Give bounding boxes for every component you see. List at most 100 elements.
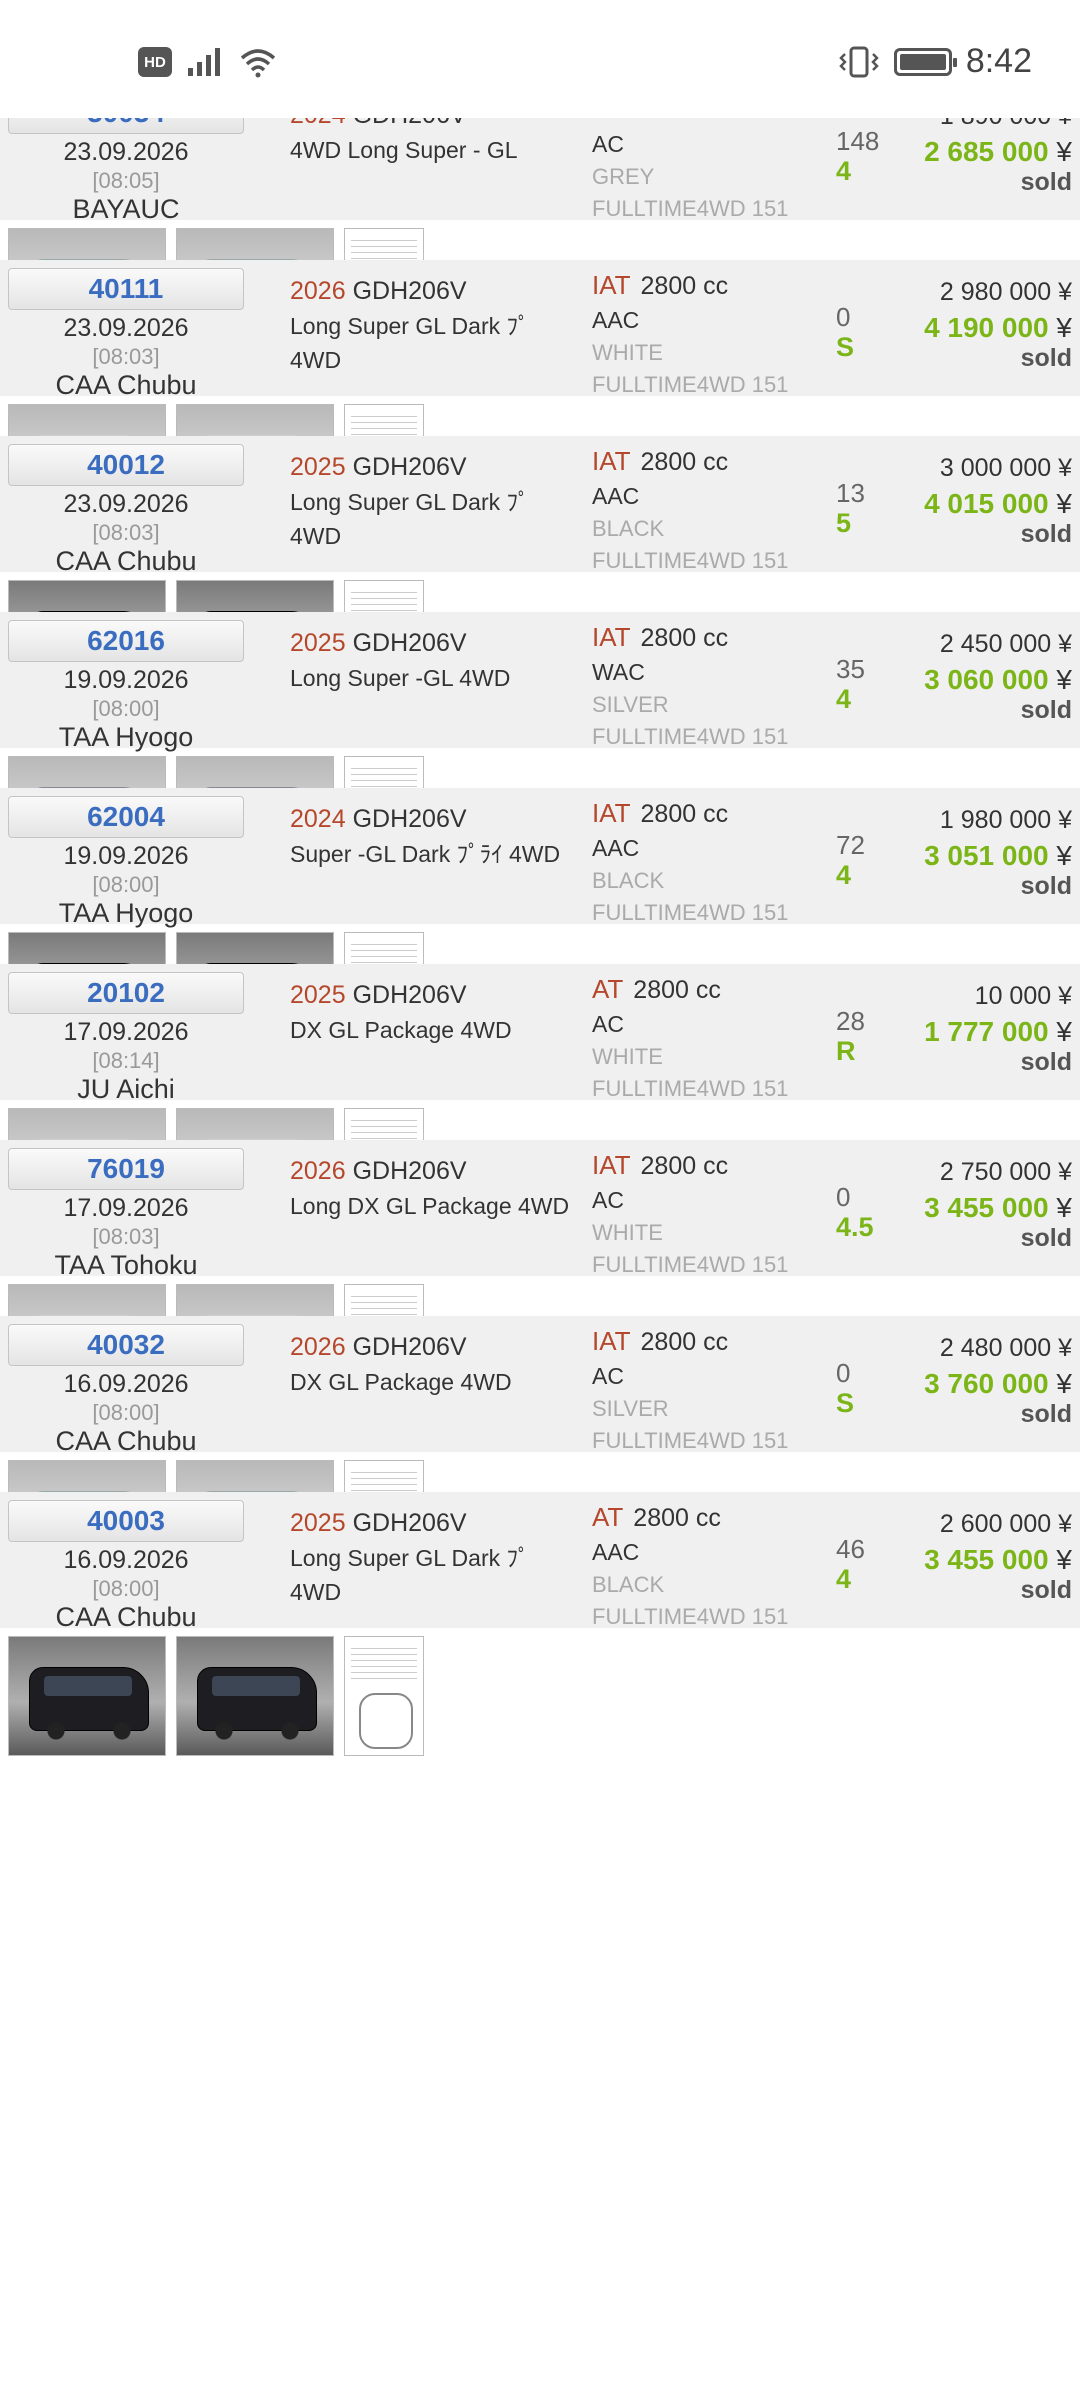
final-price: 3 455 000 ¥ — [924, 1192, 1072, 1224]
currency-symbol: ¥ — [1056, 1544, 1072, 1575]
auction-date: 19.09.2026 — [63, 666, 189, 694]
auction-time: [08:00] — [92, 872, 160, 897]
final-price-value: 3 760 000 — [924, 1368, 1049, 1399]
auction-grade: R — [836, 1036, 856, 1066]
status-badge: sold — [1020, 344, 1072, 372]
final-price: 2 685 000 ¥ — [924, 136, 1072, 168]
spec-info: IAT 2800 cc AAC BLACK FULLTIME4WD 151 — [592, 446, 832, 574]
auction-grade: 4 — [836, 684, 852, 714]
drive-type: FULLTIME4WD 151 — [592, 900, 789, 925]
transmission: IAT — [592, 1326, 631, 1356]
spec-info: AT 2800 cc AC WHITE FULLTIME4WD 151 — [592, 974, 832, 1102]
chassis-code: GDH206V — [352, 805, 467, 833]
model-info: 2025 GDH206V DX GL Package 4WD — [290, 978, 570, 1047]
currency-symbol: ¥ — [1056, 312, 1072, 343]
mileage: 148 — [836, 126, 880, 156]
inspection-sheet-thumbnail[interactable] — [344, 1636, 424, 1756]
auction-house: BAYAUC — [72, 194, 180, 224]
car-photo-rear[interactable] — [176, 1636, 334, 1756]
final-price-value: 3 455 000 — [924, 1544, 1049, 1575]
start-price: 2 450 000 ¥ — [939, 630, 1072, 658]
chassis-code: GDH206V — [352, 1157, 467, 1185]
transmission: IAT — [592, 270, 631, 300]
lot-number-button[interactable]: 40111 — [8, 268, 244, 310]
final-price-value: 4 190 000 — [924, 312, 1049, 343]
final-price: 3 455 000 ¥ — [924, 1544, 1072, 1576]
van-thumbnail — [29, 1667, 149, 1740]
engine-volume: 2800 cc — [640, 1328, 729, 1356]
model-grade: Long Super GL Dark ﾌﾟ 4WD — [290, 313, 530, 373]
spec-info: AT 2800 cc AAC BLACK FULLTIME4WD 151 — [592, 1502, 832, 1630]
drive-type: FULLTIME4WD 151 — [592, 1252, 789, 1277]
auction-house: TAA Hyogo — [58, 722, 194, 752]
start-price: 2 980 000 ¥ — [939, 278, 1072, 306]
mileage: 46 — [836, 1534, 865, 1564]
transmission: AT — [592, 1502, 624, 1532]
body-color: BLACK — [592, 868, 665, 893]
final-price: 1 777 000 ¥ — [924, 1016, 1072, 1048]
auction-date: 23.09.2026 — [63, 314, 189, 342]
model-grade: Super -GL Dark ﾌﾟﾗｲ 4WD — [290, 841, 561, 867]
auction-grade: 4 — [836, 1564, 852, 1594]
mileage: 0 — [836, 1182, 851, 1212]
lot-number-button[interactable]: 40003 — [8, 1500, 244, 1542]
auction-grade: S — [836, 1388, 855, 1418]
model-year: 2025 — [290, 1509, 346, 1537]
drive-type: FULLTIME4WD 151 — [592, 372, 789, 397]
engine-volume: 2800 cc — [640, 800, 729, 828]
start-price: 2 480 000 ¥ — [939, 1334, 1072, 1362]
chassis-code: GDH206V — [352, 981, 467, 1009]
body-color: WHITE — [592, 1044, 663, 1069]
final-price-value: 3 051 000 — [924, 840, 1049, 871]
auction-date: 23.09.2026 — [63, 490, 189, 518]
auction-time: [08:00] — [92, 1400, 160, 1425]
auction-house: TAA Tohoku — [54, 1250, 198, 1280]
spec-info: IAT 2800 cc AAC WHITE FULLTIME4WD 151 — [592, 270, 832, 398]
lot-photos — [8, 1636, 424, 1758]
body-color: BLACK — [592, 1572, 665, 1597]
transmission: IAT — [592, 446, 631, 476]
lot-number-button[interactable]: 40012 — [8, 444, 244, 486]
body-color: GREY — [592, 164, 655, 189]
equipment: AAC — [592, 835, 640, 861]
lot-number-button[interactable]: 20102 — [8, 972, 244, 1014]
model-grade: Long Super GL Dark ﾌﾟ 4WD — [290, 1545, 530, 1605]
auction-date: 16.09.2026 — [63, 1370, 189, 1398]
status-badge: sold — [1020, 1400, 1072, 1428]
status-badge: sold — [1020, 168, 1072, 196]
spec-info: IAT 2800 cc WAC SILVER FULLTIME4WD 151 — [592, 622, 832, 750]
equipment: AC — [592, 1011, 624, 1037]
model-year: 2026 — [290, 277, 346, 305]
start-price: 10 000 ¥ — [974, 982, 1072, 1010]
equipment: AAC — [592, 307, 640, 333]
chassis-code: GDH206V — [352, 453, 467, 481]
auction-date: 17.09.2026 — [63, 1018, 189, 1046]
auction-house: CAA Chubu — [55, 1426, 197, 1456]
final-price-value: 2 685 000 — [924, 136, 1049, 167]
final-price: 3 051 000 ¥ — [924, 840, 1072, 872]
body-color: SILVER — [592, 1396, 669, 1421]
battery-icon — [893, 47, 957, 76]
transmission: AT — [592, 974, 624, 1004]
lot-number-button[interactable]: 62016 — [8, 620, 244, 662]
model-info: 2025 GDH206V Long Super GL Dark ﾌﾟ 4WD — [290, 450, 570, 553]
equipment: AAC — [592, 1539, 640, 1565]
lot-number-button[interactable]: 40032 — [8, 1324, 244, 1366]
lot-number-button[interactable]: 76019 — [8, 1148, 244, 1190]
lot-number-button[interactable]: 62004 — [8, 796, 244, 838]
chassis-code: GDH206V — [352, 629, 467, 657]
lot-card[interactable]: 40003 16.09.2026 [08:00] CAA Chubu 2025 … — [0, 1492, 1080, 1762]
model-grade: 4WD Long Super - GL — [290, 137, 518, 163]
equipment: AC — [592, 1187, 624, 1213]
auction-house: CAA Chubu — [55, 1602, 197, 1632]
auction-grade: 4 — [836, 860, 852, 890]
mileage: 72 — [836, 830, 865, 860]
mileage: 13 — [836, 478, 865, 508]
drive-type: FULLTIME4WD 151 — [592, 548, 789, 573]
equipment: AC — [592, 131, 624, 157]
car-photo-front[interactable] — [8, 1636, 166, 1756]
auction-house: CAA Chubu — [55, 370, 197, 400]
auction-time: [08:00] — [92, 1576, 160, 1601]
currency-symbol: ¥ — [1056, 1368, 1072, 1399]
vibrate-icon — [839, 46, 879, 77]
